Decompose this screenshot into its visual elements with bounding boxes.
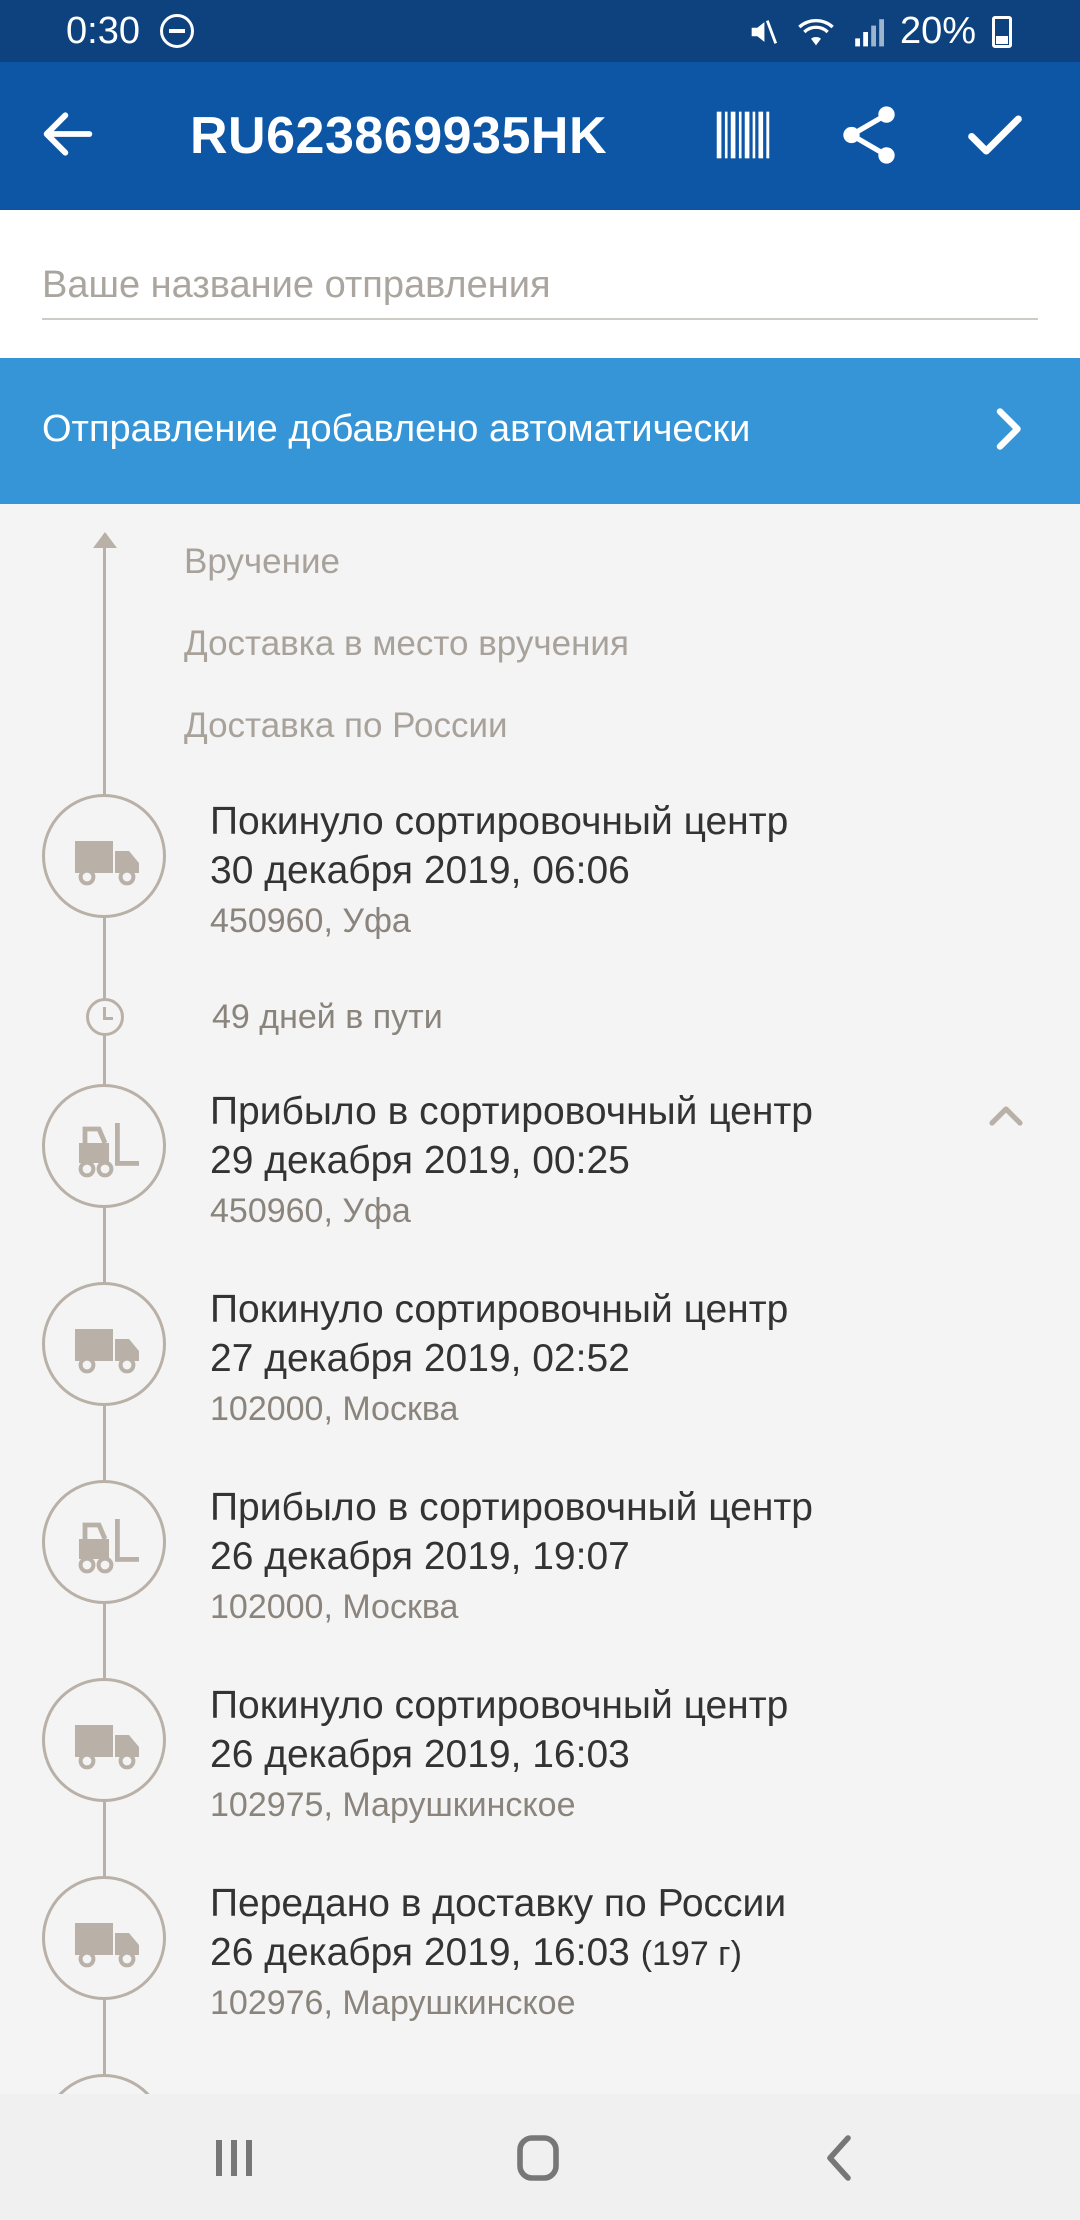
tracking-event[interactable]: Прибыло в сортировочный центр 29 декабря… — [0, 1084, 1080, 1244]
status-time: 0:30 — [66, 10, 140, 52]
event-date: 27 декабря 2019, 02:52 — [210, 1337, 630, 1380]
truck-icon — [75, 841, 139, 886]
event-icon-circle — [42, 1282, 166, 1406]
wifi-icon — [798, 18, 834, 45]
event-place: 102000, Москва — [210, 1390, 459, 1428]
tracking-event[interactable]: Передано в доставку по России 26 декабря… — [0, 1876, 1080, 2036]
event-weight: (197 г) — [640, 1935, 742, 1973]
tracking-event-partial[interactable] — [0, 2074, 1080, 2094]
event-date: 26 декабря 2019, 16:03 — [210, 1733, 630, 1776]
event-title: Прибыло в сортировочный центр — [210, 1486, 813, 1529]
shipment-name-input[interactable] — [42, 252, 1038, 320]
event-place: 102000, Москва — [210, 1588, 459, 1626]
transit-duration: 49 дней в пути — [0, 994, 1080, 1044]
event-title: Прибыло в сортировочный центр — [210, 1090, 813, 1133]
tracking-event[interactable]: Покинуло сортировочный центр 26 декабря … — [0, 1678, 1080, 1838]
back-arrow-icon[interactable] — [36, 102, 100, 166]
tracking-event[interactable]: Прибыло в сортировочный центр 26 декабря… — [0, 1480, 1080, 1640]
do-not-disturb-icon — [160, 14, 194, 48]
event-date: 29 декабря 2019, 00:25 — [210, 1139, 630, 1182]
status-right: 20% — [746, 10, 1012, 53]
status-bar: 0:30 20% — [0, 0, 1080, 62]
tracking-event[interactable]: Покинуло сортировочный центр 27 декабря … — [0, 1282, 1080, 1442]
tracking-timeline: Вручение Доставка в место вручения Доста… — [0, 504, 1080, 2094]
battery-icon — [992, 15, 1012, 48]
truck-icon — [75, 1725, 139, 1770]
back-icon[interactable] — [810, 2130, 870, 2186]
barcode-icon[interactable] — [708, 100, 778, 170]
event-place: 102975, Марушкинское — [210, 1786, 576, 1824]
event-date: 26 декабря 2019, 16:03 (197 г) — [210, 1931, 742, 1975]
system-nav-bar — [0, 2094, 1080, 2220]
future-step-delivery: Вручение — [184, 542, 340, 581]
recent-apps-icon[interactable] — [204, 2130, 264, 2186]
future-step-russia-delivery: Доставка по России — [184, 706, 508, 745]
home-icon[interactable] — [508, 2130, 568, 2186]
event-place: 102976, Марушкинское — [210, 1984, 576, 2022]
event-icon-circle — [42, 2074, 166, 2094]
share-icon[interactable] — [834, 100, 904, 170]
transit-text: 49 дней в пути — [212, 998, 443, 1036]
auto-added-banner[interactable]: Отправление добавлено автоматически — [0, 358, 1080, 504]
event-icon-circle — [42, 794, 166, 918]
event-place: 450960, Уфа — [210, 902, 411, 940]
name-section — [0, 210, 1080, 358]
event-title: Передано в доставку по России — [210, 1882, 787, 1925]
tracking-event[interactable]: Покинуло сортировочный центр 30 декабря … — [0, 794, 1080, 954]
future-step-to-delivery-point: Доставка в место вручения — [184, 624, 629, 663]
event-icon-circle — [42, 1678, 166, 1802]
signal-icon — [855, 18, 884, 46]
event-title: Покинуло сортировочный центр — [210, 1288, 789, 1331]
app-bar: RU623869935HK — [0, 62, 1080, 210]
check-icon[interactable] — [960, 100, 1030, 170]
event-icon-circle — [42, 1480, 166, 1604]
event-place: 450960, Уфа — [210, 1192, 411, 1230]
mute-icon — [751, 19, 778, 44]
clock-icon — [86, 998, 124, 1036]
screen: 0:30 20% RU623869935HK Отправление д — [0, 0, 1080, 2220]
event-title: Покинуло сортировочный центр — [210, 1684, 789, 1727]
chevron-up-icon[interactable] — [986, 1100, 1026, 1130]
forklift-icon — [78, 1123, 139, 1178]
event-date: 30 декабря 2019, 06:06 — [210, 849, 630, 892]
event-date-text: 26 декабря 2019, 16:03 — [210, 1931, 630, 1974]
banner-text: Отправление добавлено автоматически — [42, 408, 751, 450]
tracking-number-title: RU623869935HK — [190, 107, 607, 165]
chevron-right-icon — [996, 408, 1021, 450]
truck-icon — [75, 1923, 139, 1968]
battery-percent: 20% — [899, 10, 976, 52]
truck-icon — [75, 1329, 139, 1374]
event-date: 26 декабря 2019, 19:07 — [210, 1535, 630, 1578]
timeline-arrow-up-icon — [93, 532, 117, 548]
event-icon-circle — [42, 1876, 166, 2000]
event-icon-circle — [42, 1084, 166, 1208]
forklift-icon — [78, 1519, 139, 1574]
event-title: Покинуло сортировочный центр — [210, 800, 789, 843]
